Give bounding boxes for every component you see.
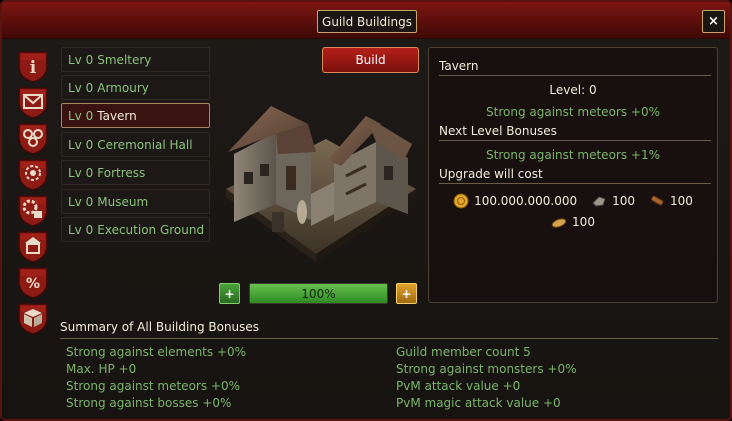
next-level-heading: Next Level Bonuses: [439, 121, 711, 141]
building-level: Lv 0: [68, 52, 94, 67]
summary-left-item: Strong against meteors +0%: [66, 379, 240, 393]
building-level: Lv 0: [68, 222, 94, 237]
building-item-ceremonial-hall[interactable]: Lv 0 Ceremonial Hall: [61, 132, 210, 157]
summary-left-item: Max. HP +0: [66, 362, 137, 376]
build-button[interactable]: Build: [322, 47, 419, 73]
building-level: Lv 0: [68, 165, 94, 180]
building-level: Lv 0: [68, 108, 94, 123]
building-name: Execution Ground: [97, 222, 205, 237]
settings-icon: [18, 195, 48, 227]
details-current-bonus: Strong against meteors +0%: [486, 105, 660, 119]
building-name: Fortress: [97, 165, 146, 180]
cost-bread: 100: [551, 214, 595, 230]
close-button[interactable]: ×: [702, 10, 725, 33]
details-next-bonus: Strong against meteors +1%: [486, 148, 660, 162]
building-item-museum[interactable]: Lv 0 Museum: [61, 189, 210, 214]
building-item-execution-ground[interactable]: Lv 0 Execution Ground: [61, 217, 210, 242]
cost-bread-value: 100: [572, 215, 595, 229]
building-level: Lv 0: [68, 137, 94, 152]
guild-buildings-window: Guild Buildings × i% Lv 0 Smeltery Lv 0 Arm…: [0, 0, 732, 421]
cost-gold-value: 100.000.000.000: [474, 194, 578, 208]
members-icon: [18, 123, 48, 155]
building-item-smeltery[interactable]: Lv 0 Smeltery: [61, 47, 210, 72]
building-level: Lv 0: [68, 194, 94, 209]
sidebar-guild-building-button[interactable]: [15, 228, 51, 264]
summary-title: Summary of All Building Bonuses: [60, 320, 718, 339]
sidebar-settings-button[interactable]: [15, 192, 51, 228]
building-level: Lv 0: [68, 80, 94, 95]
sidebar-info-button[interactable]: i: [15, 48, 51, 84]
wood-icon: [651, 195, 664, 206]
progress-bar: 100%: [249, 283, 388, 304]
sidebar-gear-badge-button[interactable]: [15, 156, 51, 192]
details-level: Level: 0: [549, 83, 597, 97]
details-building-name: Tavern: [439, 56, 711, 76]
summary-left-item: Strong against bosses +0%: [66, 396, 232, 410]
box-icon: [18, 303, 48, 335]
building-item-tavern[interactable]: Lv 0 Tavern: [61, 103, 210, 128]
building-item-fortress[interactable]: Lv 0 Fortress: [61, 160, 210, 185]
summary-left-item: Strong against elements +0%: [66, 345, 247, 359]
building-name: Ceremonial Hall: [97, 137, 193, 152]
building-details-panel: Tavern Level: 0 Strong against meteors +…: [428, 47, 718, 303]
sidebar-members-button[interactable]: [15, 120, 51, 156]
sidebar-percent-button[interactable]: %: [15, 264, 51, 300]
mail-icon: [18, 87, 48, 119]
sidebar-box-button[interactable]: [15, 300, 51, 336]
summary-right-item: PvM attack value +0: [396, 379, 521, 393]
cost-stone-value: 100: [612, 194, 636, 208]
summary-right-item: Strong against monsters +0%: [396, 362, 577, 376]
svg-text:%: %: [26, 276, 40, 292]
percent-icon: %: [18, 267, 48, 299]
building-name: Museum: [97, 194, 149, 209]
summary-right-item: Guild member count 5: [396, 345, 531, 359]
progress-label: 100%: [301, 286, 336, 301]
sidebar-mail-button[interactable]: [15, 84, 51, 120]
gold-coin-icon: [453, 193, 469, 209]
tavern-building-image: [226, 106, 416, 262]
cost-gold: 100.000.000.000: [453, 193, 577, 209]
increase-button[interactable]: +: [396, 283, 417, 304]
building-name: Smeltery: [97, 52, 152, 67]
building-name: Tavern: [97, 108, 137, 123]
building-name: Armoury: [97, 80, 149, 95]
cost-wood: 100: [649, 193, 693, 209]
building-item-armoury[interactable]: Lv 0 Armoury: [61, 75, 210, 100]
window-title: Guild Buildings: [317, 10, 417, 33]
title-bar[interactable]: Guild Buildings ×: [2, 2, 730, 39]
summary-right-item: PvM magic attack value +0: [396, 396, 561, 410]
decrease-button[interactable]: +: [219, 283, 240, 304]
bread-icon: [551, 218, 567, 228]
upgrade-cost-heading: Upgrade will cost: [439, 164, 711, 184]
cost-wood-value: 100: [670, 194, 693, 208]
gear-badge-icon: [18, 159, 48, 191]
svg-text:i: i: [30, 58, 37, 78]
guild-building-icon: [18, 231, 48, 263]
cost-row-1: 100.000.000.000 100 100: [429, 193, 717, 209]
cost-stone: 100: [591, 193, 635, 209]
stone-icon: [592, 196, 606, 207]
info-icon: i: [18, 51, 48, 83]
cost-row-2: 100: [429, 214, 717, 230]
